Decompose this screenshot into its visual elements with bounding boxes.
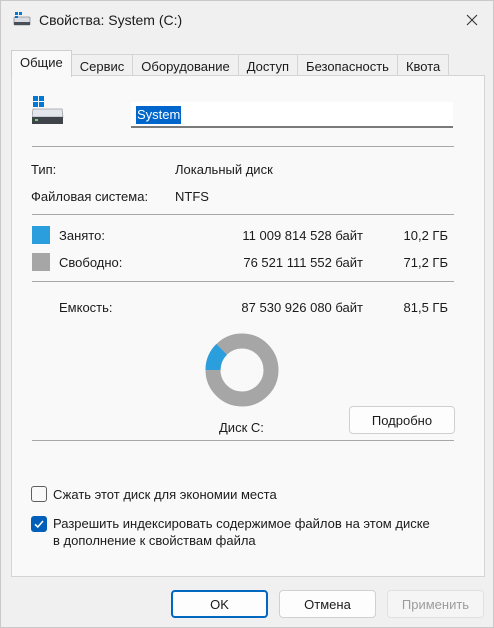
divider (32, 214, 454, 215)
details-button[interactable]: Подробно (349, 406, 455, 434)
filesystem-value: NTFS (175, 189, 209, 204)
drive-icon (32, 96, 64, 124)
tab-bar: Общие Сервис Оборудование Доступ Безопас… (11, 50, 450, 78)
capacity-size: 81,5 ГБ (403, 300, 448, 315)
free-label: Свободно: (59, 255, 123, 270)
type-label: Тип: (31, 162, 57, 177)
compress-checkbox[interactable] (31, 486, 47, 502)
close-icon (466, 14, 478, 26)
index-checkbox[interactable] (31, 516, 47, 532)
window-title: Свойства: System (C:) (39, 12, 183, 28)
used-size: 10,2 ГБ (403, 228, 448, 243)
ok-button[interactable]: OK (171, 590, 268, 618)
free-space-swatch (32, 253, 50, 271)
disk-label: Диск C: (219, 420, 264, 435)
used-space-swatch (32, 226, 50, 244)
drive-icon (13, 12, 31, 26)
used-label: Занято: (59, 228, 105, 243)
close-button[interactable] (461, 9, 483, 31)
compress-label: Сжать этот диск для экономии места (53, 487, 277, 502)
index-label-line1: Разрешить индексировать содержимое файло… (53, 516, 430, 531)
free-size: 71,2 ГБ (403, 255, 448, 270)
apply-button[interactable]: Применить (387, 590, 484, 618)
type-value: Локальный диск (175, 162, 273, 177)
cancel-button[interactable]: Отмена (279, 590, 376, 618)
filesystem-label: Файловая система: (31, 189, 149, 204)
title-bar: Свойства: System (C:) (1, 1, 493, 39)
volume-name-text: System (136, 106, 182, 124)
capacity-bytes: 87 530 926 080 байт (241, 300, 363, 315)
free-bytes: 76 521 111 552 байт (243, 255, 363, 270)
index-label-line2: в дополнение к свойствам файла (53, 533, 256, 548)
capacity-label: Емкость: (59, 300, 113, 315)
divider (32, 440, 454, 441)
general-panel: System Тип: Локальный диск Файловая сист… (11, 75, 485, 577)
divider (32, 146, 454, 147)
used-bytes: 11 009 814 528 байт (242, 228, 363, 243)
divider (32, 281, 454, 282)
checkmark-icon (34, 520, 44, 529)
properties-window: Свойства: System (C:) Общие Сервис Обору… (0, 0, 494, 628)
tab-general[interactable]: Общие (11, 50, 72, 77)
disk-usage-donut (205, 333, 279, 407)
